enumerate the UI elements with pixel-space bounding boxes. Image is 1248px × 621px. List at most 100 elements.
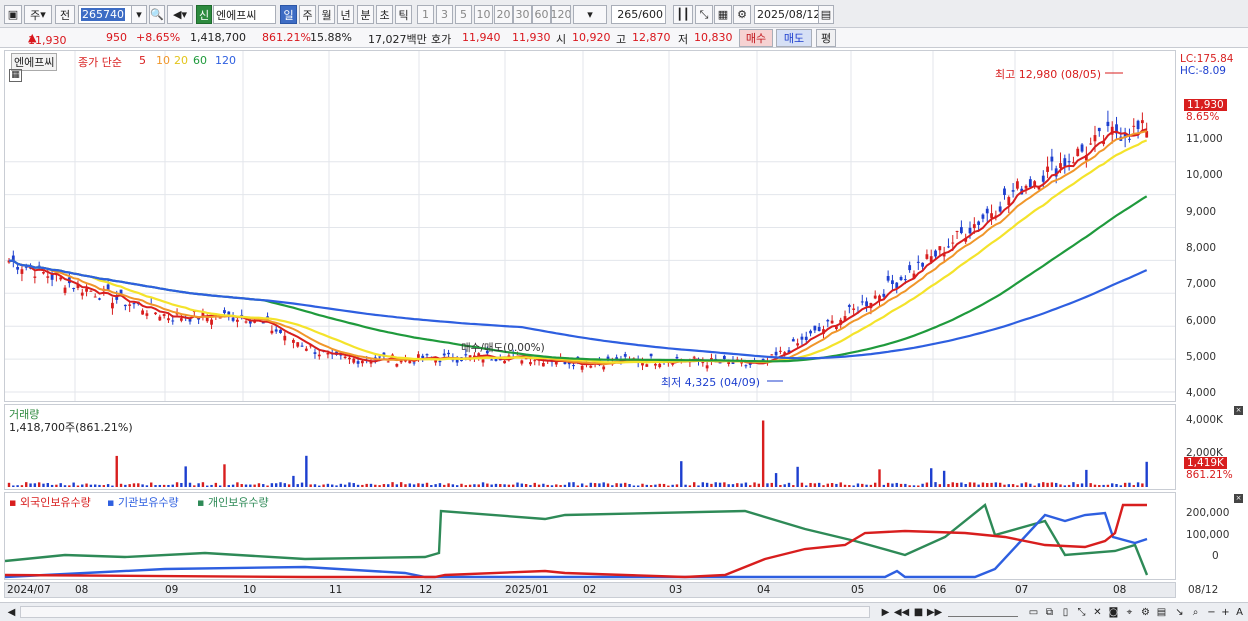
window-icon[interactable]: ▣ [4, 5, 22, 24]
eval-button[interactable]: 평 [816, 29, 836, 47]
candle-body [1041, 175, 1045, 182]
gear-icon[interactable]: ⚙ [1138, 605, 1153, 619]
volume-bar [852, 485, 855, 487]
candle-body [1003, 188, 1006, 195]
candle-body [800, 336, 804, 340]
copy-icon[interactable]: ⧉ [1042, 605, 1057, 619]
holding-pane[interactable]: ▪ 외국인보유수량 ▪ 기관보유수량 ▪ 개인보유수량 [4, 492, 1176, 580]
candle-body [80, 292, 84, 296]
search-icon[interactable]: 🔍 [149, 5, 165, 24]
split-icon[interactable]: ▯ [1058, 605, 1073, 619]
minute-30[interactable]: 30 [513, 5, 532, 24]
interval-week[interactable]: 주 [299, 5, 316, 24]
crosshair-icon[interactable]: ✕ [1090, 605, 1105, 619]
x-axis: 2024/07 08 09 10 11 12 2025/01 02 03 04 … [4, 582, 1176, 598]
x-label-9: 04 [757, 584, 771, 596]
interval-day[interactable]: 일 [280, 5, 297, 24]
print-icon[interactable]: ▤ [1154, 605, 1169, 619]
volume-bar [930, 468, 933, 487]
volume-pane[interactable]: 거래량 1,418,700주(861.21%) [4, 404, 1176, 490]
zoom-in-icon[interactable]: + [1218, 605, 1233, 619]
candle-type-icon[interactable]: ┃┃ [673, 5, 693, 24]
volume-bar [998, 482, 1002, 487]
font-size-icon[interactable]: A [1232, 605, 1247, 619]
minute-1[interactable]: 1 [417, 5, 434, 24]
candle-body [891, 280, 894, 285]
volume-bar [33, 483, 37, 487]
count-field[interactable]: 265/600 [611, 5, 666, 24]
stop-icon[interactable]: ■ [911, 605, 926, 619]
arrow-icon[interactable]: ↘ [1172, 605, 1187, 619]
volume-bar [942, 470, 946, 487]
candle-body [903, 279, 907, 281]
volume-bar [486, 483, 489, 487]
cursor-icon[interactable]: ⤡ [1074, 605, 1089, 619]
volume-bar [378, 485, 381, 487]
interval-second[interactable]: 초 [376, 5, 393, 24]
volume-bar [106, 484, 110, 487]
price-chart-svg [5, 51, 1175, 401]
volume-bar [813, 483, 817, 487]
interval-year[interactable]: 년 [337, 5, 354, 24]
volume-bar [171, 484, 174, 487]
volume-bar [257, 483, 261, 487]
volume-bar [309, 484, 312, 487]
calendar-icon[interactable]: ▤ [818, 5, 834, 24]
volume-bar [231, 484, 235, 487]
prev-button[interactable]: 전 [55, 5, 75, 24]
custom-interval-select[interactable]: ▾ [573, 5, 607, 24]
candle-body [998, 206, 1002, 212]
volume-bar [636, 485, 640, 487]
interval-minute[interactable]: 분 [357, 5, 374, 24]
volume-bar [757, 483, 761, 487]
volume-bar [723, 482, 726, 487]
table-icon[interactable]: ▦ [9, 69, 22, 82]
buy-button[interactable]: 매수 [739, 29, 773, 47]
sell-button[interactable]: 매도 [776, 29, 812, 47]
settings-icon[interactable]: ⚙ [733, 5, 751, 24]
stock-name-field[interactable]: 엔에프씨 [213, 5, 276, 24]
speaker-icon[interactable]: ◀▾ [167, 5, 193, 24]
minute-20[interactable]: 20 [494, 5, 513, 24]
minute-3[interactable]: 3 [436, 5, 453, 24]
scroll-left-icon[interactable]: ◀ [4, 605, 19, 619]
y-tick-8000: 8,000 [1186, 242, 1217, 254]
volume-bar [1059, 484, 1062, 487]
candle-body [649, 353, 653, 357]
zoom-out-icon[interactable]: − [1204, 605, 1219, 619]
period-select[interactable]: 주 ▾ [24, 5, 52, 24]
minute-120[interactable]: 120 [551, 5, 571, 24]
volume-bar [343, 484, 347, 487]
volume-bar [667, 485, 670, 487]
pointer-icon[interactable]: ⌕ [1188, 605, 1203, 619]
volume-close-icon[interactable]: × [1234, 406, 1243, 415]
interval-tick[interactable]: 틱 [395, 5, 412, 24]
volume-bar [16, 485, 19, 487]
scroll-track[interactable] [20, 606, 870, 618]
x-label-1: 08 [75, 584, 89, 596]
volume-bar [132, 483, 136, 487]
price-pane[interactable]: 엔에프씨 종가 단순 5 10 20 60 120 ▦ 최고 12,980 (0… [4, 50, 1176, 402]
grid-icon[interactable]: ▦ [714, 5, 732, 24]
minute-60[interactable]: 60 [532, 5, 551, 24]
x-label-6: 2025/01 [505, 584, 549, 596]
volume-bar [292, 475, 295, 487]
code-dropdown-icon[interactable]: ▾ [131, 5, 147, 24]
volume-bar [494, 483, 498, 487]
camera-icon[interactable]: ◙ [1106, 605, 1121, 619]
pin-icon[interactable]: ⌖ [1122, 605, 1137, 619]
x-label-8: 03 [669, 584, 683, 596]
volume-bar [249, 484, 252, 487]
rewind-icon[interactable]: ◀◀ [894, 605, 909, 619]
play-icon[interactable]: ▶ [878, 605, 893, 619]
layout-icon[interactable]: ▭ [1026, 605, 1041, 619]
forward-icon[interactable]: ▶▶ [927, 605, 942, 619]
minute-10[interactable]: 10 [474, 5, 493, 24]
zoom-slider[interactable] [948, 607, 1018, 617]
holding-close-icon[interactable]: × [1234, 494, 1243, 503]
volume-bar [1072, 482, 1075, 487]
volume-bar [1011, 484, 1015, 487]
line-tool-icon[interactable]: ⤡ [695, 5, 713, 24]
minute-5[interactable]: 5 [455, 5, 472, 24]
interval-month[interactable]: 월 [318, 5, 335, 24]
